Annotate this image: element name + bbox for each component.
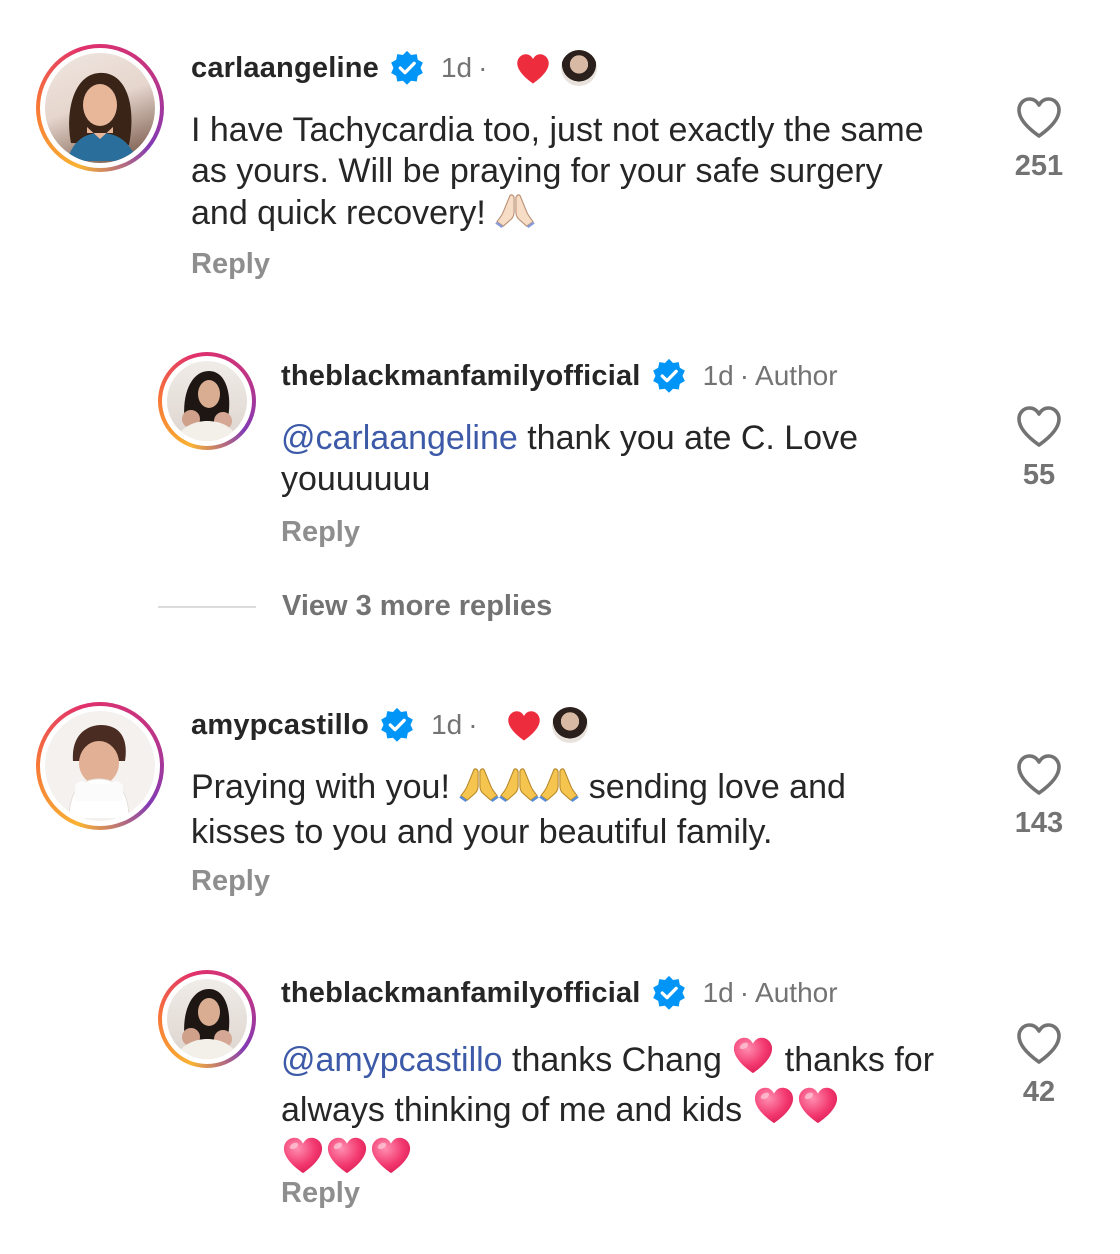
- pink-heart-emoji: [369, 1135, 413, 1185]
- heart-outline-icon[interactable]: [1015, 1052, 1063, 1069]
- avatar[interactable]: [158, 352, 256, 450]
- reply-button[interactable]: Reply: [191, 248, 270, 281]
- comment-text: @amypcastillo thanks Chang thanks for al…: [281, 1035, 951, 1185]
- liked-by-author-heart-icon: [515, 52, 551, 85]
- comment-username[interactable]: theblackmanfamilyofficial: [281, 977, 641, 1010]
- profile-photo-amypcastillo: [68, 725, 130, 819]
- verified-badge-icon: [379, 707, 415, 743]
- verified-badge-icon: [651, 975, 687, 1011]
- comment-timestamp: 1d ·: [431, 709, 478, 740]
- folded-hands-emoji: [459, 766, 499, 812]
- profile-photo-theblackmanfamily: [175, 371, 239, 441]
- comment-timestamp: 1d ·: [440, 52, 488, 83]
- comment-username[interactable]: amypcastillo: [191, 709, 369, 742]
- like-count: 42: [1022, 1076, 1056, 1108]
- author-badge: Author: [755, 977, 838, 1008]
- reply-button[interactable]: Reply: [281, 516, 360, 549]
- divider: [158, 605, 256, 608]
- comment-like: 42: [999, 1021, 1079, 1109]
- like-count: 251: [1014, 150, 1064, 182]
- comment-text: Praying with you! sending love and kisse…: [191, 766, 846, 851]
- heart-outline-icon[interactable]: [1015, 435, 1063, 452]
- reply-button[interactable]: Reply: [281, 1177, 360, 1210]
- comment-username[interactable]: theblackmanfamilyofficial: [281, 360, 641, 393]
- pink-heart-emoji: [752, 1085, 796, 1135]
- comment-text: @carlaangeline thank you ate C. Love you…: [281, 419, 858, 498]
- mention-link[interactable]: @carlaangeline: [281, 419, 518, 457]
- comment-timestamp: 1d · Author: [702, 360, 838, 391]
- folded-hands-emoji: [495, 192, 535, 238]
- avatar[interactable]: [36, 702, 164, 830]
- mention-link[interactable]: @amypcastillo: [281, 1041, 503, 1079]
- profile-photo-carlaangeline: [67, 72, 137, 161]
- like-count: 143: [1014, 807, 1064, 839]
- folded-hands-emoji: [499, 766, 539, 812]
- verified-badge-icon: [651, 358, 687, 394]
- like-count: 55: [1022, 459, 1056, 491]
- author-mini-avatar: [561, 50, 598, 86]
- liked-by-author-heart-icon: [506, 709, 542, 742]
- comment-like: 55: [999, 404, 1079, 492]
- author-mini-avatar: [551, 707, 588, 743]
- comment-text: I have Tachycardia too, just not exactly…: [191, 110, 931, 238]
- pink-heart-emoji: [796, 1085, 840, 1135]
- comment-timestamp: 1d · Author: [702, 977, 838, 1008]
- avatar[interactable]: [36, 44, 164, 172]
- folded-hands-emoji: [539, 766, 579, 812]
- verified-badge-icon: [389, 50, 425, 86]
- profile-photo-theblackmanfamily: [175, 989, 239, 1059]
- comment-username[interactable]: carlaangeline: [191, 52, 379, 85]
- reply-button[interactable]: Reply: [191, 865, 270, 898]
- pink-heart-emoji: [731, 1035, 775, 1085]
- author-badge: Author: [755, 360, 838, 391]
- avatar[interactable]: [158, 970, 256, 1068]
- view-more-replies-button[interactable]: View 3 more replies: [158, 590, 552, 623]
- comment-like: 143: [999, 752, 1079, 840]
- heart-outline-icon[interactable]: [1015, 783, 1063, 800]
- heart-outline-icon[interactable]: [1015, 126, 1063, 143]
- comment-like: 251: [999, 95, 1079, 183]
